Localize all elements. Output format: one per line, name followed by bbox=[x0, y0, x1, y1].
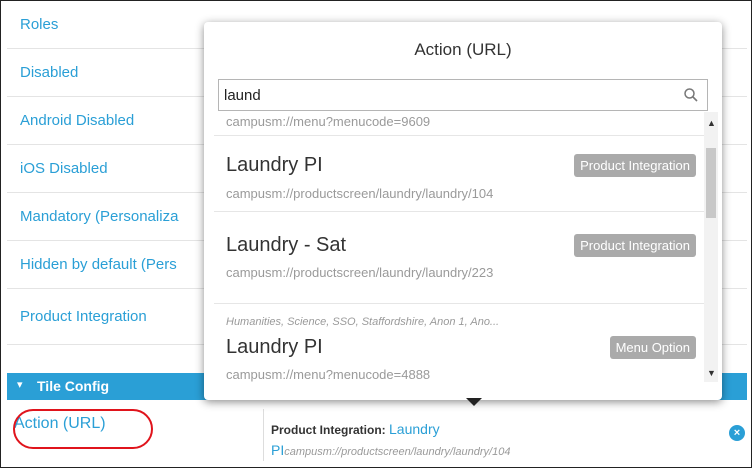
search-input[interactable] bbox=[224, 84, 664, 106]
value-link-continued[interactable]: PI bbox=[271, 442, 284, 458]
type-badge: Product Integration bbox=[574, 234, 696, 257]
scrollbar[interactable]: ▲ ▼ bbox=[704, 112, 718, 382]
search-box[interactable] bbox=[218, 79, 708, 111]
action-url-popup: Action (URL) campusm://menu?menucode=960… bbox=[204, 22, 722, 400]
property-label[interactable]: Roles bbox=[20, 1, 58, 49]
result-url: campusm://menu?menucode=9609 bbox=[226, 114, 431, 129]
type-badge: Product Integration bbox=[574, 154, 696, 177]
clear-icon[interactable]: × bbox=[729, 425, 745, 441]
divider bbox=[263, 409, 264, 461]
action-value: Product Integration: Laundry bbox=[271, 421, 440, 437]
result-meta: Humanities, Science, SSO, Staffordshire,… bbox=[226, 316, 500, 328]
result-url: campusm://productscreen/laundry/laundry/… bbox=[226, 265, 494, 280]
list-item[interactable]: Laundry - Sat campusm://productscreen/la… bbox=[214, 212, 704, 304]
property-label[interactable]: Hidden by default (Pers bbox=[20, 241, 177, 289]
value-link[interactable]: Laundry bbox=[389, 421, 440, 437]
search-icon[interactable] bbox=[683, 87, 699, 103]
scroll-thumb[interactable] bbox=[706, 148, 716, 218]
popup-title: Action (URL) bbox=[414, 40, 512, 59]
scroll-up-icon[interactable]: ▲ bbox=[707, 118, 716, 128]
property-label[interactable]: iOS Disabled bbox=[20, 145, 108, 193]
result-title: Laundry - Sat bbox=[226, 234, 347, 256]
type-badge: Menu Option bbox=[609, 336, 696, 359]
action-url-row: Action (URL) Product Integration: Laundr… bbox=[7, 401, 747, 465]
property-label[interactable]: Android Disabled bbox=[20, 97, 134, 145]
property-label[interactable]: Disabled bbox=[20, 49, 78, 97]
list-item[interactable]: campusm://menu?menucode=9609 bbox=[214, 112, 704, 136]
section-title: Tile Config bbox=[37, 378, 110, 394]
results-list: campusm://menu?menucode=9609 Laundry PI … bbox=[214, 112, 708, 392]
result-title: Laundry PI bbox=[226, 336, 323, 358]
popup-pointer bbox=[466, 398, 482, 406]
value-prefix: Product Integration: bbox=[271, 423, 386, 437]
result-title: Laundry PI bbox=[226, 154, 323, 176]
value-url: campusm://productscreen/laundry/laundry/… bbox=[284, 446, 511, 458]
result-url: campusm://productscreen/laundry/laundry/… bbox=[226, 186, 494, 201]
result-url: campusm://menu?menucode=4888 bbox=[226, 367, 431, 382]
action-value-url: PIcampusm://productscreen/laundry/laundr… bbox=[271, 442, 510, 458]
highlight-annotation bbox=[13, 409, 153, 449]
list-item[interactable]: Laundry PI campusm://productscreen/laund… bbox=[214, 136, 704, 212]
caret-down-icon: ▾ bbox=[17, 379, 23, 391]
property-label[interactable]: Mandatory (Personaliza bbox=[20, 193, 178, 241]
property-label[interactable]: Product Integration bbox=[20, 289, 147, 345]
list-item[interactable]: Humanities, Science, SSO, Staffordshire,… bbox=[214, 304, 704, 392]
scroll-down-icon[interactable]: ▼ bbox=[707, 368, 716, 378]
